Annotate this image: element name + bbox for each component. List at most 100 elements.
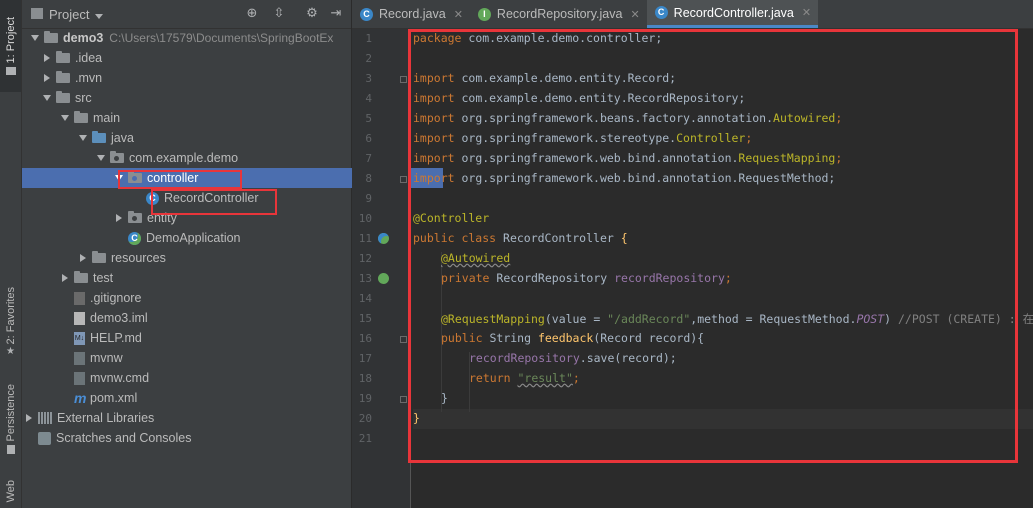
persistence-tool-tab[interactable]: Persistence (0, 378, 21, 460)
close-icon[interactable]: ✕ (802, 6, 811, 19)
tree-item-mvn[interactable]: .mvn (22, 68, 371, 88)
tree-item-demo3-iml[interactable]: demo3.iml (22, 308, 389, 328)
tree-item-java[interactable]: java (22, 128, 407, 148)
expand-arrow-icon[interactable] (42, 73, 52, 83)
tree-item-idea[interactable]: .idea (22, 48, 371, 68)
chevron-down-icon (95, 13, 104, 19)
code-editor[interactable]: package com.example.demo.controller; imp… (413, 29, 1033, 508)
project-view-label: Project (49, 6, 90, 22)
code-line-1: package com.example.demo.controller; (413, 31, 663, 45)
line-number: 17 (358, 352, 372, 365)
hide-icon[interactable]: ⇥ (329, 7, 343, 21)
tree-item-main[interactable]: main (22, 108, 389, 128)
tab-record-java[interactable]: C Record.java ✕ (352, 0, 470, 28)
maven-file-icon: m (74, 389, 87, 406)
tree-item-label: test (93, 271, 114, 285)
expand-arrow-icon[interactable] (60, 113, 70, 123)
spring-bean-gutter-icon[interactable] (378, 233, 389, 244)
tree-item-gitignore[interactable]: .gitignore (22, 288, 389, 308)
expand-arrow-icon[interactable] (114, 213, 124, 223)
code-line-10: @Controller (413, 211, 490, 225)
line-number: 16 (358, 332, 372, 345)
expand-arrow-icon[interactable] (78, 133, 88, 143)
package-icon (110, 151, 124, 163)
locate-icon[interactable]: ⊕ (245, 7, 259, 21)
gear-icon[interactable]: ⚙ (305, 7, 319, 21)
tree-item-label: Scratches and Consoles (56, 431, 192, 445)
project-panel: Project ⊕ ⇳ ⚙ ⇥ demo3 C:\Users\17579\Doc… (22, 0, 443, 508)
code-line-18: return "result"; (469, 371, 580, 385)
line-number: 21 (358, 432, 372, 445)
tree-item-external-libraries[interactable]: External Libraries (22, 408, 353, 428)
expand-arrow-icon[interactable] (114, 173, 124, 183)
tree-item-label: demo3 (63, 31, 104, 45)
line-number: 1 (365, 32, 372, 45)
code-line-6: import org.springframework.stereotype.Co… (413, 131, 753, 145)
tab-recordrepository-java[interactable]: I RecordRepository.java ✕ (470, 0, 647, 28)
tab-label: RecordController.java (673, 5, 794, 20)
library-icon (38, 412, 52, 424)
iml-file-icon (74, 311, 85, 325)
line-number: 14 (358, 292, 372, 305)
tree-item-test[interactable]: test (22, 268, 389, 288)
code-line-19: } (441, 391, 448, 405)
fold-icon[interactable] (400, 396, 407, 403)
expand-arrow-icon[interactable] (42, 53, 52, 63)
project-view-selector[interactable]: Project (49, 6, 104, 22)
scratches-icon (38, 431, 51, 445)
tree-item-src[interactable]: src (22, 88, 371, 108)
line-number: 9 (365, 192, 372, 205)
autowired-gutter-icon[interactable] (378, 273, 389, 284)
line-number: 18 (358, 372, 372, 385)
fold-icon[interactable] (400, 76, 407, 83)
tree-item-resources[interactable]: resources (22, 248, 407, 268)
code-line-5: import org.springframework.beans.factory… (413, 111, 843, 125)
line-number: 15 (358, 312, 372, 325)
current-line-highlight (413, 409, 1033, 429)
resources-folder-icon (92, 251, 106, 263)
tree-item-mvnw-cmd[interactable]: mvnw.cmd (22, 368, 389, 388)
expand-arrow-icon[interactable] (96, 153, 106, 163)
tree-item-label: mvnw (90, 351, 123, 365)
expand-arrow-icon[interactable] (78, 253, 88, 263)
project-tool-tab[interactable]: 1: Project (0, 0, 21, 92)
source-folder-icon (92, 131, 106, 143)
line-number: 3 (365, 72, 372, 85)
expand-arrow-icon[interactable] (24, 413, 34, 423)
tree-item-help-md[interactable]: M↓ HELP.md (22, 328, 389, 348)
code-line-20: } (413, 411, 420, 425)
tree-item-label: java (111, 131, 134, 145)
expand-arrow-icon[interactable] (30, 33, 40, 43)
close-icon[interactable]: ✕ (454, 8, 463, 21)
fold-icon[interactable] (400, 176, 407, 183)
line-number: 19 (358, 392, 372, 405)
tree-item-demo3[interactable]: demo3 C:\Users\17579\Documents\SpringBoo… (22, 28, 359, 48)
tree-item-pom-xml[interactable]: m pom.xml (22, 388, 389, 408)
module-folder-icon (44, 31, 58, 43)
line-number: 5 (365, 112, 372, 125)
star-icon: ★ (6, 346, 15, 358)
line-number: 7 (365, 152, 372, 165)
expand-arrow-icon[interactable] (42, 93, 52, 103)
line-number: 2 (365, 52, 372, 65)
persistence-tool-tab-label: Persistence (4, 384, 17, 442)
fold-icon[interactable] (400, 336, 407, 343)
project-panel-header: Project ⊕ ⇳ ⚙ ⇥ (22, 0, 351, 29)
line-number: 6 (365, 132, 372, 145)
favorites-tool-tab[interactable]: 2: Favorites ★ (0, 282, 21, 362)
close-icon[interactable]: ✕ (630, 8, 639, 21)
expand-arrow-icon[interactable] (60, 273, 70, 283)
tree-item-scratches[interactable]: Scratches and Consoles (22, 428, 367, 448)
collapse-all-icon[interactable]: ⇳ (272, 7, 286, 21)
java-class-icon: C (360, 7, 373, 21)
code-line-4: import com.example.demo.entity.RecordRep… (413, 91, 746, 105)
package-icon (128, 171, 142, 183)
tab-recordcontroller-java[interactable]: C RecordController.java ✕ (646, 0, 819, 28)
tree-item-label: .gitignore (90, 291, 142, 305)
tree-item-label: HELP.md (90, 331, 142, 345)
line-number: 20 (358, 412, 372, 425)
module-path: C:\Users\17579\Documents\SpringBootEx (109, 31, 334, 45)
tab-label: RecordRepository.java (496, 7, 623, 21)
tree-item-mvnw[interactable]: mvnw (22, 348, 389, 368)
web-tool-tab[interactable]: Web (0, 474, 21, 508)
